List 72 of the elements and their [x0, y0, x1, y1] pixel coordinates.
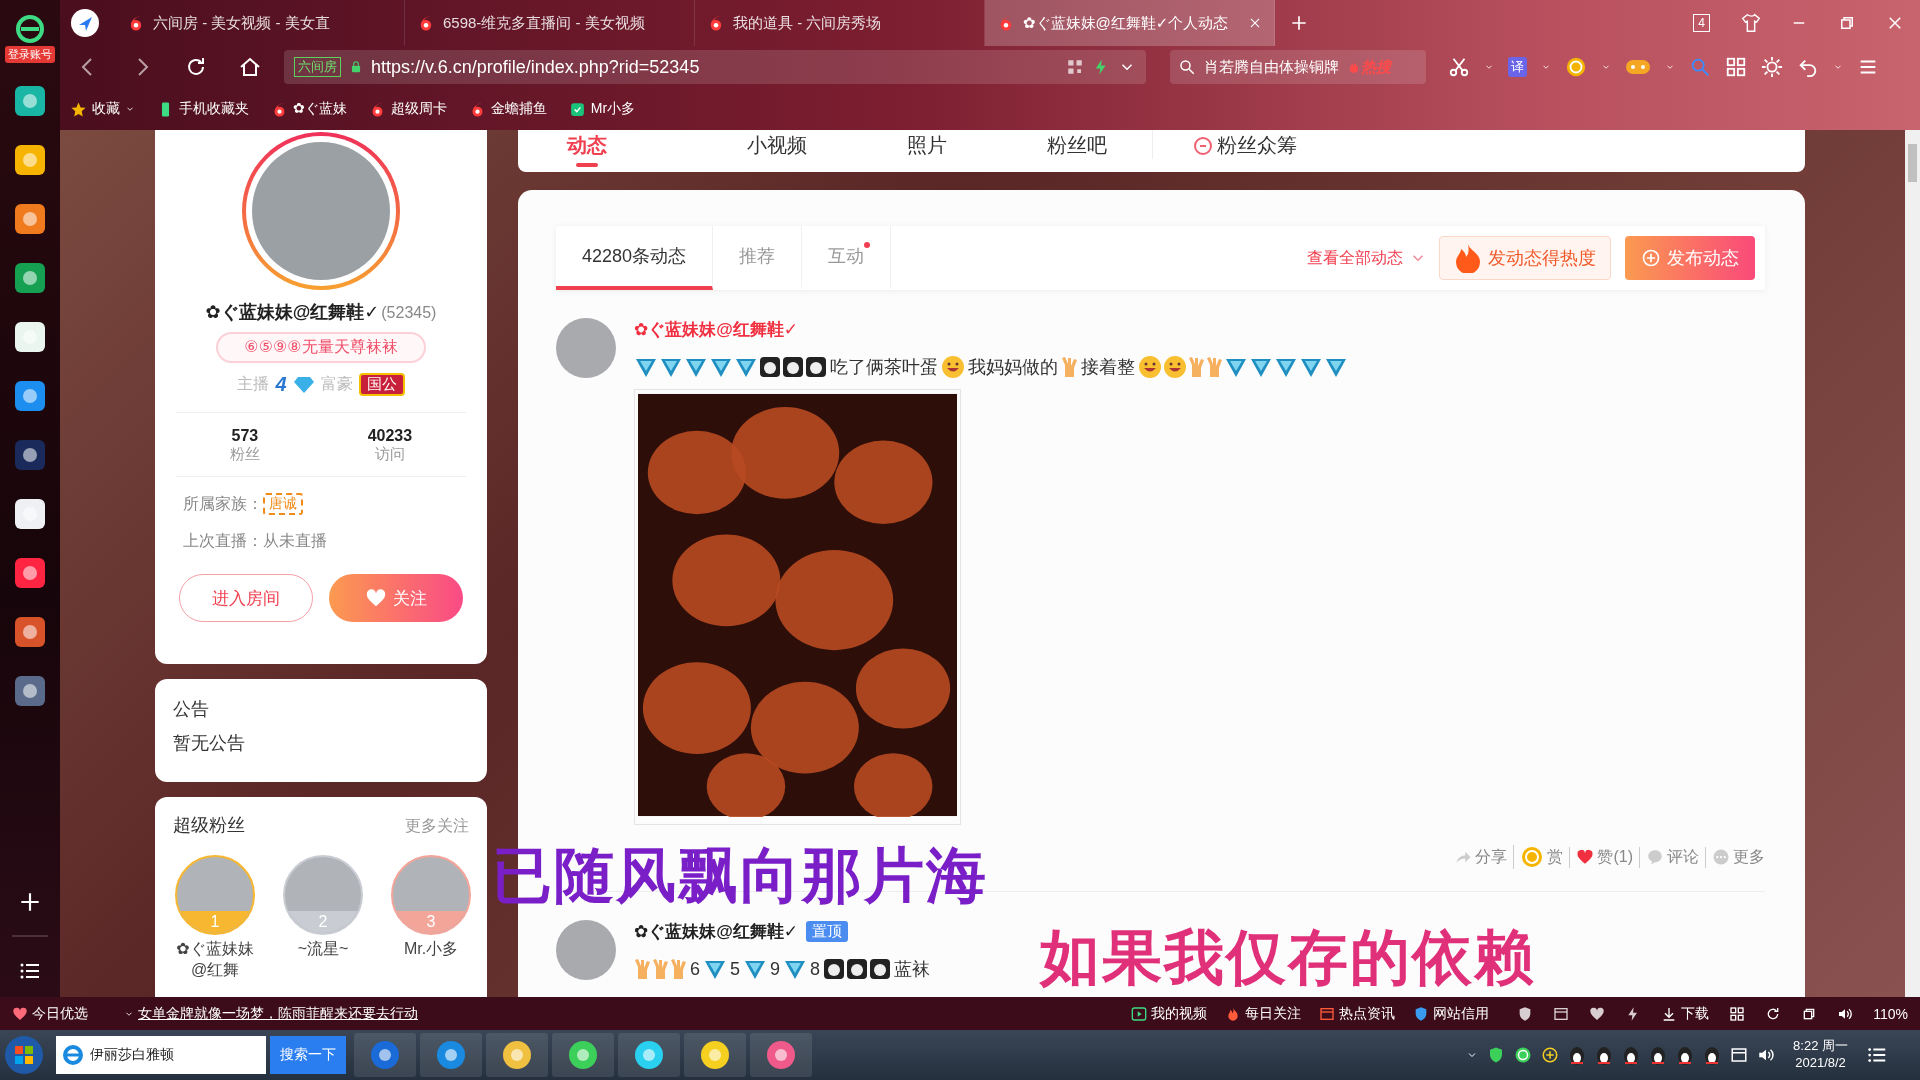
news-link[interactable]: 女单金牌就像一场梦，陈雨菲醒来还要去行动 — [124, 1004, 418, 1023]
post-action[interactable]: 评论 — [1639, 846, 1699, 868]
pinned-badge: 置顶 — [806, 921, 849, 942]
bookmark-item[interactable]: 手机收藏夹 — [157, 100, 249, 118]
feed-tab[interactable]: 42280条动态 — [556, 226, 714, 290]
download-button[interactable]: 下载 — [1661, 1004, 1710, 1023]
bookmark-item[interactable]: 超级周卡 — [368, 100, 447, 118]
post-text: 5 — [730, 958, 741, 980]
post-text: 蓝袜 — [894, 958, 931, 981]
anchor-level-text: 4 — [275, 373, 287, 396]
post-action[interactable]: 赞(1) — [1569, 846, 1633, 868]
post-text: 接着整 — [1081, 356, 1135, 379]
announcement-text: 暂无公告 — [173, 732, 246, 755]
browser-tab[interactable]: 6598-维克多直播间 - 美女视频 — [405, 0, 695, 46]
search-field[interactable]: 伊丽莎白雅顿 — [56, 1036, 266, 1074]
anchor-label: 主播 — [237, 374, 270, 394]
browser-tab[interactable]: 六间房 - 美女视频 - 美女直 — [115, 0, 405, 46]
status-link[interactable]: 网站信用 — [1413, 1004, 1490, 1023]
post-author[interactable]: ✿ぐ蓝妹妹@红舞鞋✓ — [634, 920, 799, 943]
post-author[interactable]: ✿ぐ蓝妹妹@红舞鞋✓ — [634, 318, 799, 341]
nav-tab[interactable]: 粉丝众筹 — [1152, 130, 1297, 159]
post-text: 8 — [810, 958, 821, 980]
login-badge[interactable]: 登录账号 — [5, 46, 55, 63]
bookmark-item[interactable]: 金蟾捕鱼 — [468, 100, 547, 118]
filter-dropdown[interactable]: 查看全部动态 — [1307, 247, 1427, 269]
bookmark-item[interactable]: 收藏 — [70, 100, 135, 118]
user-name: ✿ぐ蓝妹妹@红舞鞋✓ — [205, 301, 380, 324]
fan-name: Mr.小多 — [402, 939, 460, 959]
post-text: 9 — [770, 958, 781, 980]
browser-tab[interactable]: 我的道具 - 六间房秀场 — [695, 0, 985, 46]
post-action[interactable]: 更多 — [1705, 846, 1765, 868]
room-id: (52345) — [381, 304, 437, 322]
section-title: 超级粉丝 — [173, 814, 245, 837]
lyric-text: 如果我仅存的依赖 — [1040, 928, 1536, 988]
nav-tab[interactable]: 粉丝吧 — [1002, 130, 1152, 159]
address-field[interactable]: 六间房 https://v.6.cn/profile/index.php?rid=52345 — [284, 50, 1146, 84]
family-label: 所属家族： — [183, 493, 263, 514]
title-badge: ⑥⑤⑨⑧无量天尊袜袜 — [216, 332, 426, 363]
clock-date: 2021/8/2 — [1795, 1055, 1846, 1072]
wealth-badge: 国公 — [358, 373, 405, 396]
status-link[interactable]: 我的视频 — [1131, 1004, 1208, 1023]
stat-value: 573 — [231, 427, 259, 445]
post-action[interactable]: 赏 — [1513, 845, 1564, 869]
post-text: 6 — [690, 958, 700, 980]
last-live-text: 上次直播：从未直播 — [183, 531, 328, 551]
enter-room-button[interactable]: 进入房间 — [179, 574, 313, 622]
status-link[interactable]: 每日关注 — [1225, 1004, 1302, 1023]
fan-name: ✿ぐ蓝妹妹@红舞 — [175, 939, 255, 980]
post-action[interactable]: 分享 — [1454, 846, 1508, 868]
stat-label: 粉丝 — [229, 445, 260, 464]
bookmark-item[interactable]: ✿ぐ蓝妹 — [271, 100, 347, 118]
post-text: 我妈妈做的 — [968, 356, 1058, 379]
search-button[interactable]: 搜索一下 — [270, 1036, 346, 1074]
zoom-level[interactable]: 110% — [1873, 1005, 1908, 1022]
search-field[interactable]: 肖若腾自由体操铜牌 热搜 — [1170, 50, 1426, 84]
today-link[interactable]: 今日优选 — [12, 1004, 88, 1023]
post-text: 吃了俩茶叶蛋 — [830, 356, 938, 379]
family-tag: 唐诚 — [263, 493, 303, 515]
nav-tab[interactable]: 小视频 — [702, 130, 852, 159]
fan-name: ~流星~ — [296, 939, 350, 959]
tab-count-button[interactable]: 4 — [1693, 14, 1710, 32]
nav-tab[interactable]: 照片 — [852, 130, 1002, 159]
wealth-label: 富豪 — [320, 374, 353, 394]
clock-time: 8:22 周一 — [1793, 1038, 1848, 1055]
bookmark-item[interactable]: Mr小多 — [568, 100, 636, 118]
status-link[interactable]: 热点资讯 — [1319, 1004, 1396, 1023]
stat-label: 访问 — [374, 445, 405, 464]
nav-tab[interactable]: 动态 — [562, 130, 612, 167]
stat-value: 40233 — [367, 427, 413, 445]
browser-tab[interactable]: ✿ぐ蓝妹妹@红舞鞋✓个人动态 — [985, 0, 1275, 46]
section-title: 公告 — [173, 698, 210, 721]
translate-button[interactable]: 译 — [1508, 57, 1527, 77]
